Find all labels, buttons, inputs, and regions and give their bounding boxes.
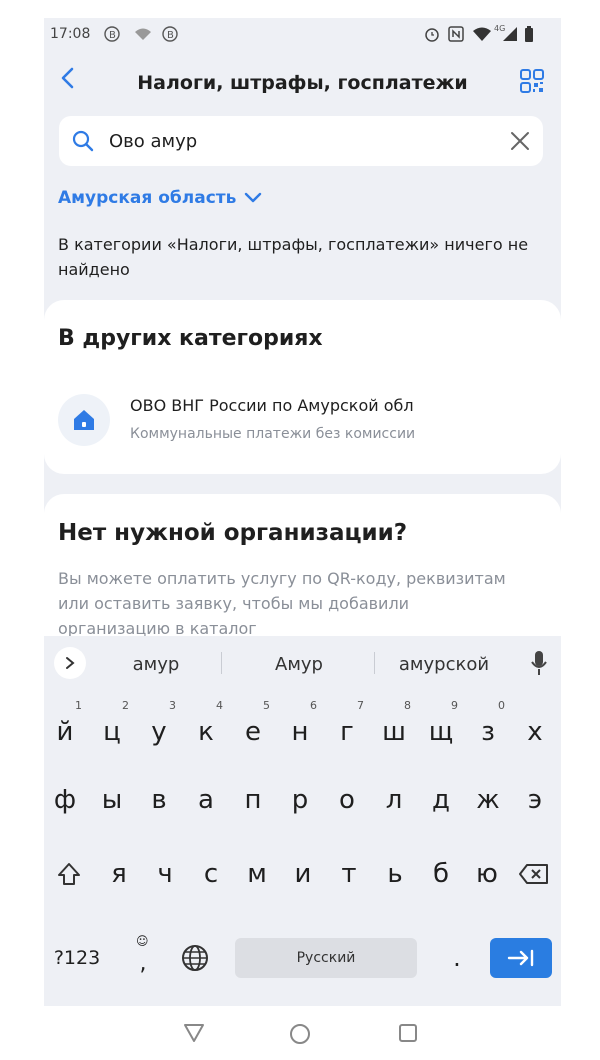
key-м[interactable]: м <box>234 850 280 898</box>
b-circle-icon: B <box>104 26 120 45</box>
qr-scan-button[interactable] <box>519 68 545 94</box>
comma-key[interactable]: ☺ , <box>126 934 160 982</box>
keyboard: амур Амур амурской 1й 2ц 3у 4к 5е 6н 7г … <box>44 636 561 1006</box>
alarm-icon <box>424 26 440 45</box>
navigation-bar <box>44 1006 561 1060</box>
expand-toolbar-button[interactable] <box>54 647 86 679</box>
home-circle-icon[interactable] <box>289 1023 311 1045</box>
recents-square-icon[interactable] <box>398 1023 418 1043</box>
key-row-2: ф ы в а п р о л д ж э <box>44 776 561 824</box>
key-ч[interactable]: ч <box>142 850 188 898</box>
key-е[interactable]: 5е <box>230 700 276 756</box>
svg-text:B: B <box>109 30 116 41</box>
wifi-off-icon <box>134 26 152 45</box>
shift-key[interactable] <box>48 850 90 898</box>
key-щ[interactable]: 9щ <box>418 700 464 756</box>
globe-icon <box>182 945 208 971</box>
key-ц[interactable]: 2ц <box>89 700 135 756</box>
key-л[interactable]: л <box>371 776 417 824</box>
key-ш[interactable]: 8ш <box>371 700 417 756</box>
organization-category: Коммунальные платежи без комиссии <box>130 426 416 442</box>
phone-screen: 17:08 B B 4G Налоги, штрафы, госплатежи … <box>44 18 561 1060</box>
svg-text:B: B <box>167 30 174 41</box>
key-ж[interactable]: ж <box>465 776 511 824</box>
key-о[interactable]: о <box>324 776 370 824</box>
key-в[interactable]: в <box>136 776 182 824</box>
nfc-icon <box>448 26 464 45</box>
clear-icon[interactable] <box>509 130 531 152</box>
other-categories-title: В других категориях <box>58 326 323 351</box>
missing-organization-text: Вы можете оплатить услугу по QR-коду, ре… <box>58 569 506 638</box>
suggestion-divider <box>221 652 222 674</box>
key-н[interactable]: 6н <box>277 700 323 756</box>
space-key[interactable]: Русский <box>235 938 417 978</box>
other-categories-card: В других категориях ОВО ВНГ России по Ам… <box>44 300 561 474</box>
chevron-down-icon <box>245 192 262 203</box>
region-label: Амурская область <box>58 188 237 208</box>
key-у[interactable]: 3у <box>136 700 182 756</box>
key-т[interactable]: т <box>326 850 372 898</box>
home-icon <box>74 410 94 430</box>
suggestion-bar: амур Амур амурской <box>44 636 561 690</box>
chevron-right-icon <box>66 657 75 669</box>
battery-icon <box>524 26 534 45</box>
key-row-3: я ч с м и т ь б ю <box>44 850 561 898</box>
emoji-icon: ☺ <box>136 934 149 948</box>
suggestion-3[interactable]: амурской <box>389 654 499 675</box>
key-з[interactable]: 0з <box>465 700 511 756</box>
search-box[interactable] <box>59 116 543 166</box>
b-circle-icon: B <box>162 26 178 45</box>
key-б[interactable]: б <box>418 850 464 898</box>
shift-icon <box>58 863 80 885</box>
key-row-1: 1й 2ц 3у 4к 5е 6н 7г 8ш 9щ 0з х <box>44 700 561 756</box>
language-key[interactable] <box>174 934 216 982</box>
key-ф[interactable]: ф <box>44 776 88 824</box>
page-title: Налоги, штрафы, госплатежи <box>137 72 468 94</box>
key-п[interactable]: п <box>230 776 276 824</box>
key-э[interactable]: э <box>512 776 558 824</box>
key-а[interactable]: а <box>183 776 229 824</box>
enter-key[interactable] <box>490 938 552 978</box>
microphone-icon[interactable] <box>530 650 548 676</box>
organization-name: ОВО ВНГ России по Амурской обл <box>130 396 414 415</box>
back-triangle-icon[interactable] <box>183 1023 205 1043</box>
period-key[interactable]: . <box>442 934 472 982</box>
key-й[interactable]: 1й <box>44 700 88 756</box>
backspace-icon <box>519 864 548 884</box>
key-к[interactable]: 4к <box>183 700 229 756</box>
signal-4g-icon <box>502 26 518 45</box>
key-ю[interactable]: ю <box>464 850 510 898</box>
key-д[interactable]: д <box>418 776 464 824</box>
key-р[interactable]: р <box>277 776 323 824</box>
suggestion-2[interactable]: Амур <box>249 654 349 675</box>
key-ь[interactable]: ь <box>372 850 418 898</box>
key-х[interactable]: х <box>512 708 558 756</box>
missing-organization-title: Нет нужной организации? <box>58 520 408 546</box>
key-я[interactable]: я <box>96 850 142 898</box>
status-time: 17:08 <box>50 26 91 42</box>
suggestion-divider <box>374 652 375 674</box>
symbols-key[interactable]: ?123 <box>50 934 104 982</box>
wifi-icon <box>472 26 492 45</box>
not-found-message: В категории «Налоги, штрафы, госплатежи»… <box>58 235 529 279</box>
key-г[interactable]: 7г <box>324 700 370 756</box>
search-icon <box>72 130 94 152</box>
organization-item[interactable]: ОВО ВНГ России по Амурской обл Коммуналь… <box>58 394 548 454</box>
search-input[interactable] <box>109 128 489 154</box>
region-selector[interactable]: Амурская область <box>58 188 262 208</box>
key-с[interactable]: с <box>188 850 234 898</box>
tab-forward-icon <box>507 949 534 967</box>
key-ы[interactable]: ы <box>89 776 135 824</box>
backspace-key[interactable] <box>512 850 556 898</box>
key-и[interactable]: и <box>280 850 326 898</box>
status-bar: 17:08 B B 4G <box>44 18 561 52</box>
organization-avatar <box>58 394 110 446</box>
suggestion-1[interactable]: амур <box>106 654 206 675</box>
qr-code-icon <box>520 69 544 93</box>
